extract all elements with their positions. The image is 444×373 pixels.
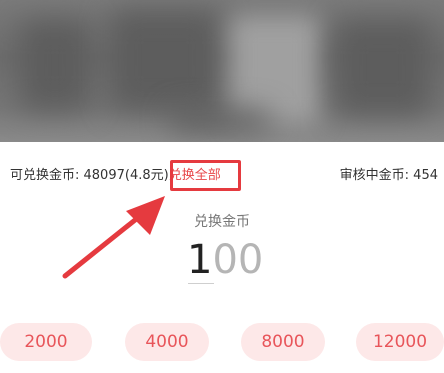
quick-amount-chip[interactable]: 4000 xyxy=(125,323,209,361)
blurred-content-area xyxy=(0,0,444,142)
pending-coins: 审核中金币: 454 xyxy=(339,168,438,183)
quick-amount-chip[interactable]: 12000 xyxy=(356,323,444,361)
annotation-arrow-icon xyxy=(62,196,165,279)
amount-placeholder: 00 xyxy=(212,237,264,283)
quick-amount-chip[interactable]: 2000 xyxy=(0,323,92,361)
amount-typed-value: 1 xyxy=(187,237,213,283)
quick-amount-chip[interactable]: 8000 xyxy=(241,323,325,361)
available-coins-label: 可兑换金币: 48097(4.8元) xyxy=(10,168,169,183)
amount-input-underline xyxy=(188,283,214,284)
amount-input[interactable]: 100 xyxy=(187,236,263,284)
